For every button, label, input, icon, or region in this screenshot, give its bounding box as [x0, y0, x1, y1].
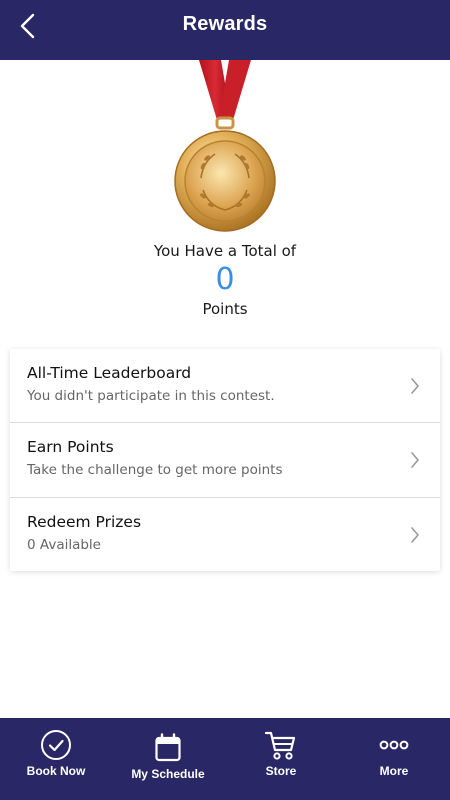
- tab-more[interactable]: More: [338, 718, 450, 800]
- points-unit-label: Points: [202, 300, 248, 318]
- tab-book-now-label: Book Now: [26, 764, 86, 778]
- tab-my-schedule[interactable]: My Schedule: [112, 718, 224, 800]
- points-value: 0: [215, 262, 235, 297]
- gold-medal-icon: [174, 60, 276, 232]
- chevron-right-icon: [411, 377, 419, 394]
- medal-area: [0, 60, 450, 240]
- cart-icon: [264, 731, 296, 760]
- earn-points-subtitle: Take the challenge to get more points: [27, 462, 283, 478]
- leaderboard-item[interactable]: All-Time Leaderboard You didn't particip…: [10, 349, 440, 422]
- calendar-icon: [155, 733, 181, 762]
- tab-store-label: Store: [265, 764, 297, 778]
- app-header: Rewards: [0, 0, 450, 60]
- chevron-right-icon: [411, 526, 419, 543]
- tab-store[interactable]: Store: [225, 718, 337, 800]
- redeem-prizes-title: Redeem Prizes: [27, 513, 142, 531]
- chevron-right-icon: [411, 452, 419, 468]
- rewards-menu: All-Time Leaderboard You didn't particip…: [10, 349, 440, 571]
- leaderboard-title: All-Time Leaderboard: [27, 364, 192, 382]
- tab-more-label: More: [379, 764, 409, 778]
- more-dots-icon: [379, 740, 409, 750]
- page-title: Rewards: [182, 13, 268, 35]
- earn-points-item[interactable]: Earn Points Take the challenge to get mo…: [10, 422, 440, 497]
- check-circle-icon: [41, 730, 71, 760]
- tab-book-now[interactable]: Book Now: [0, 718, 112, 800]
- total-label: You Have a Total of: [153, 242, 297, 260]
- redeem-prizes-item[interactable]: Redeem Prizes 0 Available: [10, 497, 440, 571]
- bottom-tab-bar: Book Now My Schedule Store More: [0, 718, 450, 800]
- earn-points-title: Earn Points: [27, 438, 114, 456]
- leaderboard-subtitle: You didn't participate in this contest.: [27, 388, 275, 404]
- redeem-prizes-subtitle: 0 Available: [27, 537, 101, 553]
- tab-my-schedule-label: My Schedule: [131, 767, 205, 781]
